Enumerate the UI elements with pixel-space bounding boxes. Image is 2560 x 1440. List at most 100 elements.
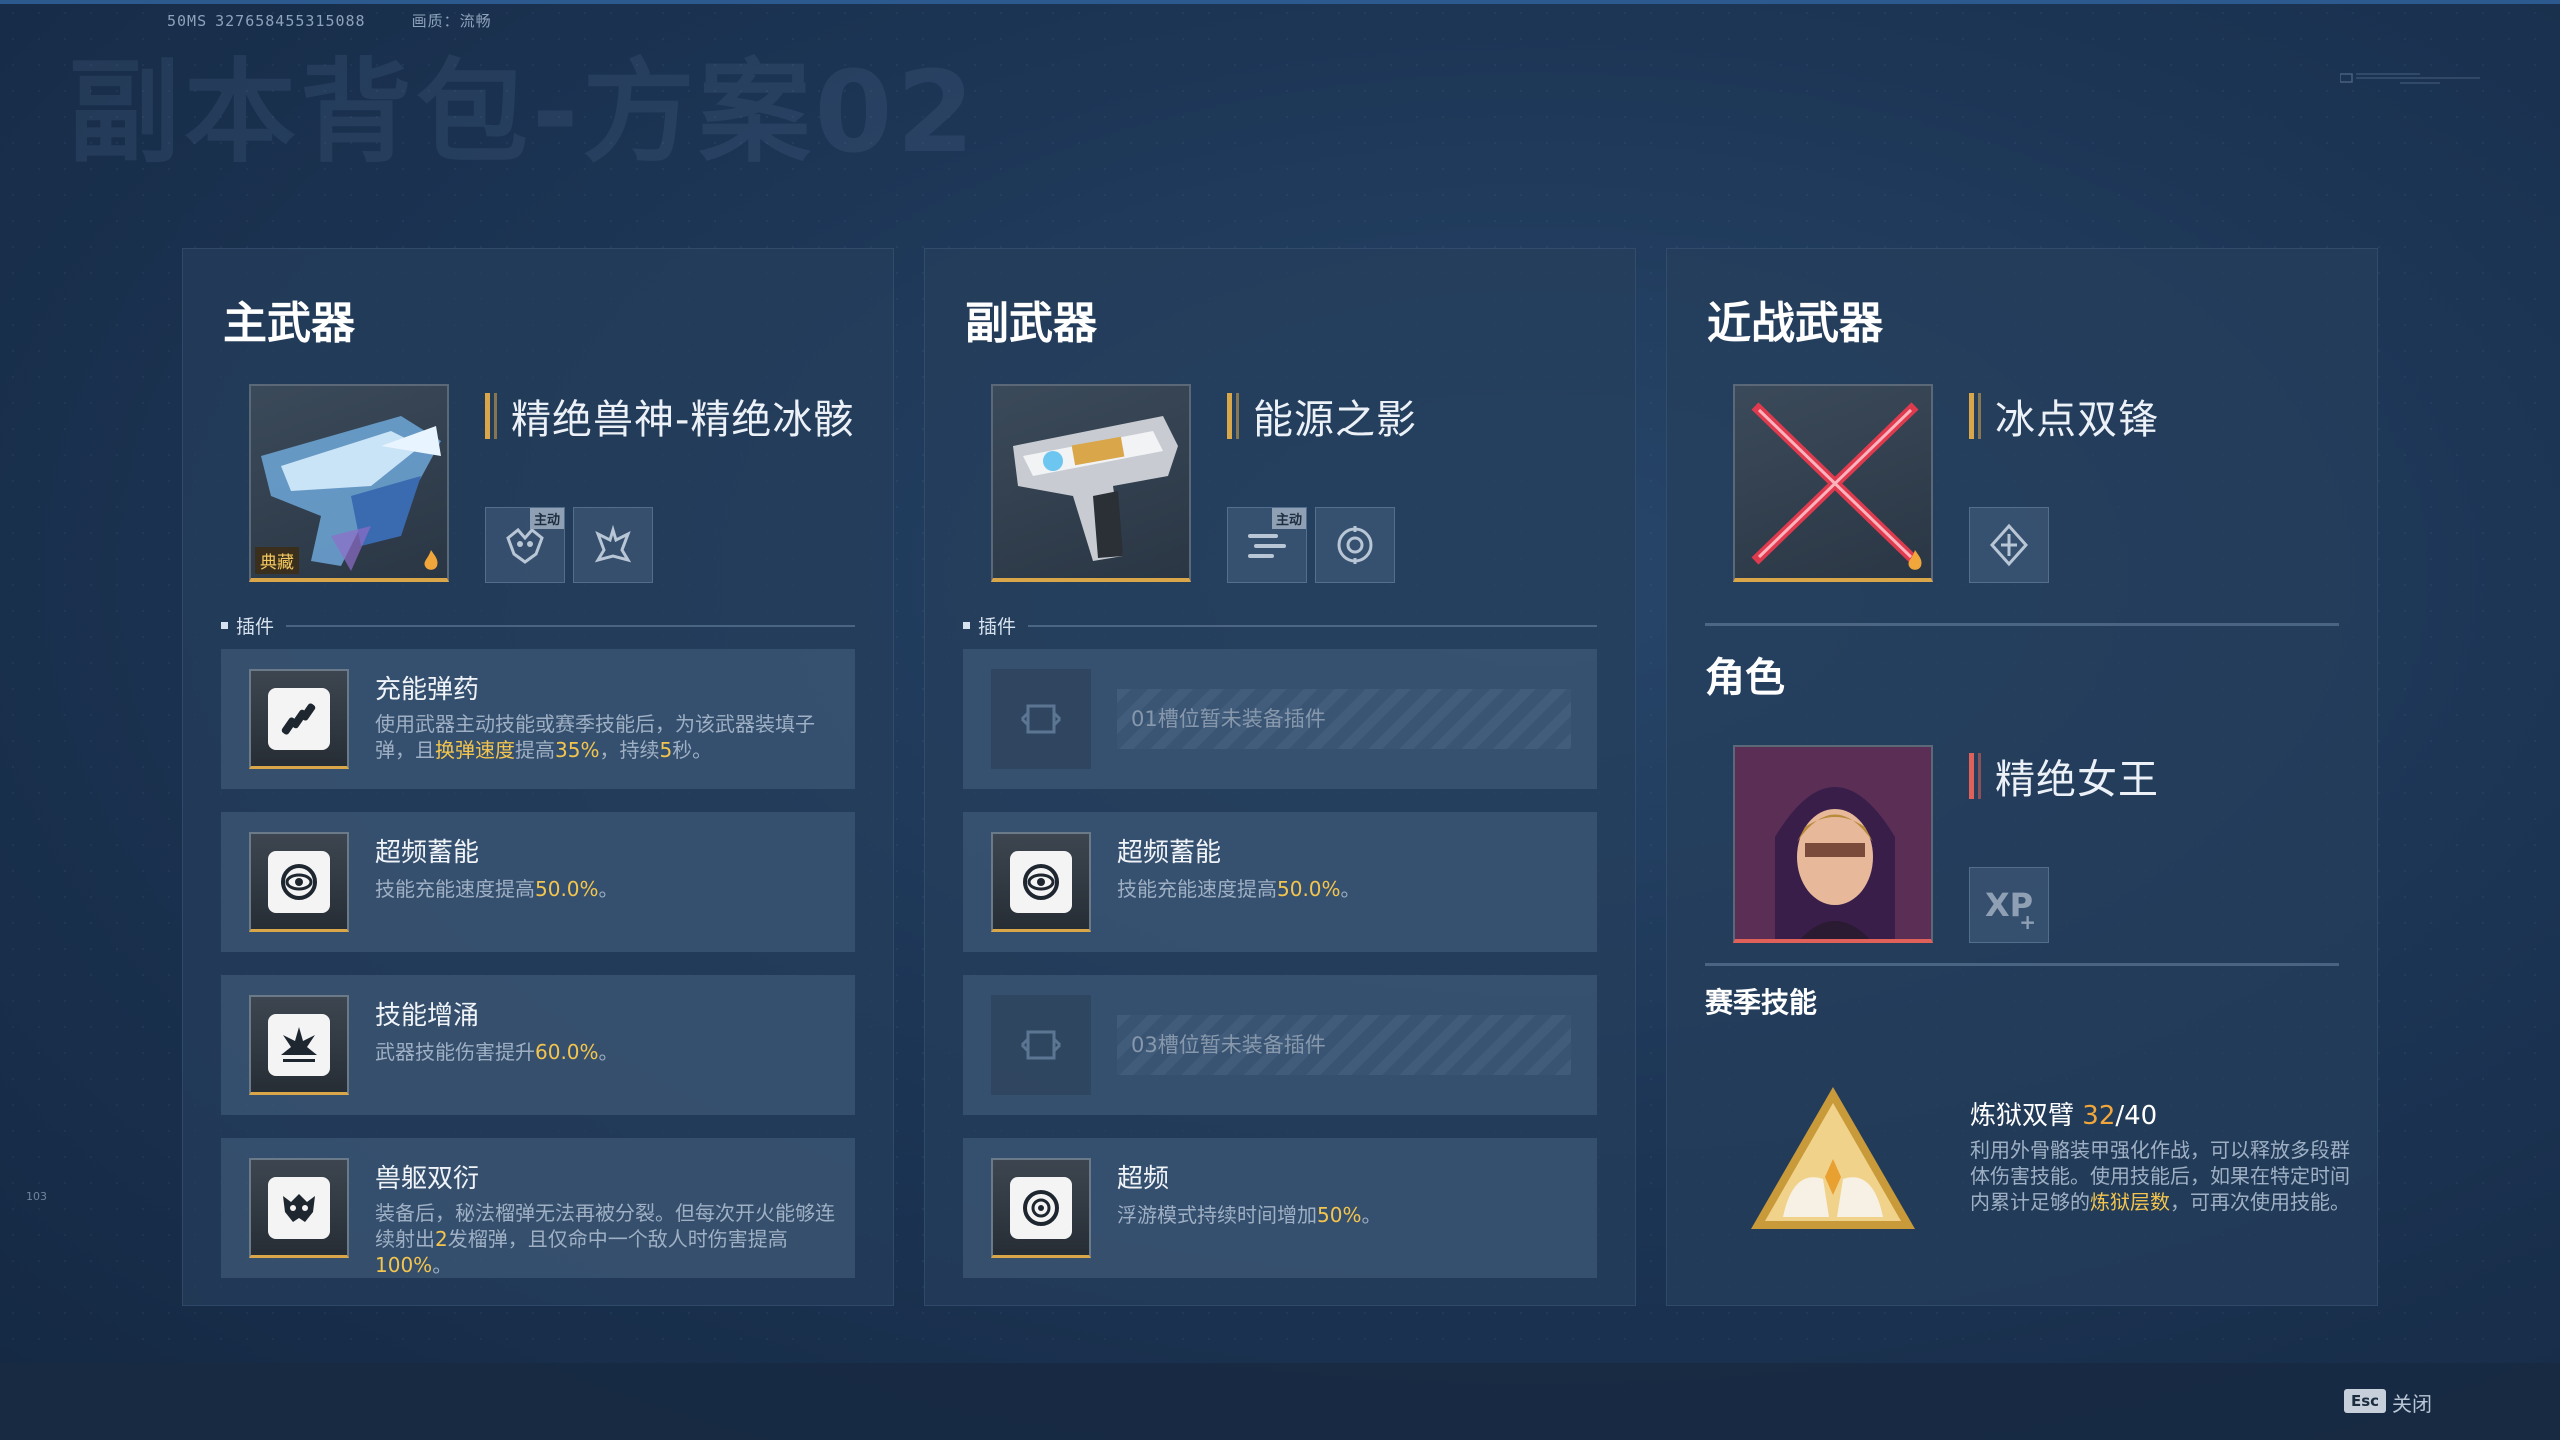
crossed-blades-icon <box>1751 402 1919 565</box>
rarity-bar-secondary <box>1236 393 1239 439</box>
secondary-weapon-image[interactable] <box>991 384 1191 582</box>
empty-slot-text: 03槽位暂未装备插件 <box>1117 1015 1571 1075</box>
burst-icon <box>281 1026 317 1062</box>
plugin-card-2[interactable]: 超频蓄能 技能充能速度提高50.0%。 <box>963 812 1597 952</box>
rarity-bar-secondary <box>1978 393 1981 439</box>
rarity-bar <box>1227 393 1232 439</box>
active-tag: 主动 <box>1271 508 1306 529</box>
season-skill-name: 炼狱双臂 32/40 <box>1970 1101 2158 1131</box>
plugin-name: 超频 <box>1117 1164 1170 1194</box>
melee-skill[interactable] <box>1969 507 2049 583</box>
melee-weapon-image[interactable] <box>1733 384 1933 582</box>
bullet-dot <box>963 622 970 629</box>
empty-plugin-slot-3[interactable]: 03槽位暂未装备插件 <box>963 975 1597 1115</box>
plugin-name: 超频蓄能 <box>1117 838 1222 868</box>
plugin-icon-frame <box>249 832 349 932</box>
plugin-icon-frame <box>249 995 349 1095</box>
plugin-card-1[interactable]: 充能弹药 使用武器主动技能或赛季技能后，为该武器装填子弹，且换弹速度提高35%，… <box>221 649 855 789</box>
plugin-icon-frame <box>249 669 349 769</box>
rarity-badge: 典藏 <box>255 547 299 574</box>
weapon-name: 能源之影 <box>1253 397 1417 443</box>
character-name-row: 精绝女王 <box>1969 747 2159 805</box>
plugin-card-2[interactable]: 超频蓄能 技能充能速度提高50.0%。 <box>221 812 855 952</box>
weapon-active-skill[interactable]: 主动 <box>485 507 565 583</box>
weapon-passive-skill[interactable] <box>573 507 653 583</box>
primary-weapon-image[interactable]: 典藏 <box>249 384 449 582</box>
plugins-label: 插件 <box>978 616 1017 638</box>
season-skill-description: 利用外骨骼装甲强化作战，可以释放多段群体伤害技能。使用技能后，如果在特定时间内累… <box>1970 1138 2350 1214</box>
plugin-icon-frame <box>991 1158 1091 1258</box>
leaf-diamond-icon <box>1989 523 2029 567</box>
empty-plugin-slot-1[interactable]: 01槽位暂未装备插件 <box>963 649 1597 789</box>
character-avatar <box>1735 747 1931 939</box>
esc-key-hint[interactable]: Esc <box>2344 1389 2387 1413</box>
bullets-icon <box>281 703 316 734</box>
eye-swirl-icon <box>281 863 317 900</box>
xp-boost-slot[interactable]: XP + <box>1969 867 2049 943</box>
active-tag: 主动 <box>529 508 564 529</box>
character-portrait[interactable] <box>1733 745 1933 943</box>
panel-title: 副武器 <box>965 298 1097 349</box>
plugin-description: 装备后，秘法榴弹无法再被分裂。但每次开火能够连续射出2发榴弹，且仅命中一个敌人时… <box>375 1201 835 1277</box>
rarity-bar <box>485 393 490 439</box>
season-skill-icon[interactable] <box>1743 1079 1923 1239</box>
melee-weapon-name-row: 冰点双锋 <box>1969 387 2159 445</box>
plugin-description: 使用武器主动技能或赛季技能后，为该武器装填子弹，且换弹速度提高35%，持续5秒。 <box>375 712 815 762</box>
section-line <box>286 624 855 627</box>
empty-slot-icon <box>1020 1030 1062 1060</box>
weapon-name: 精绝兽神-精绝冰骸 <box>511 397 855 443</box>
beast-skull-icon <box>283 1193 315 1222</box>
section-divider <box>1705 963 2339 966</box>
plugin-card-4[interactable]: 兽躯双衍 装备后，秘法榴弹无法再被分裂。但每次开火能够连续射出2发榴弹，且仅命中… <box>221 1138 855 1278</box>
plugin-card-3[interactable]: 技能增涌 武器技能伤害提升60.0%。 <box>221 975 855 1115</box>
character-bar-secondary <box>1978 753 1981 799</box>
panel-title: 近战武器 <box>1707 298 1883 349</box>
primary-weapon-name-row: 精绝兽神-精绝冰骸 <box>485 387 854 445</box>
decorative-lines <box>2340 73 2480 84</box>
plugin-name: 技能增涌 <box>375 1001 480 1031</box>
weapon-name: 冰点双锋 <box>1995 397 2159 443</box>
character-section-title: 角色 <box>1705 655 1785 701</box>
weapon-passive-skill[interactable] <box>1315 507 1395 583</box>
plugins-label: 插件 <box>236 616 275 638</box>
empty-slot-icon <box>1020 704 1062 734</box>
close-button[interactable]: 关闭 <box>2392 1388 2432 1417</box>
primary-weapon-panel: 主武器 典藏 精绝兽神-精绝冰骸 主动 插件 充能弹药 使用武器主动技能或赛季技… <box>182 248 894 1306</box>
top-accent-line <box>0 0 2560 4</box>
beast-claw-icon <box>594 524 632 563</box>
season-skill-title: 赛季技能 <box>1705 986 1818 1019</box>
plugins-section-label: 插件 <box>963 612 1597 639</box>
bullet-dot <box>221 622 228 629</box>
overclock-ring-icon <box>1023 1189 1059 1226</box>
side-number: 103 <box>26 1190 47 1203</box>
plugin-description: 浮游模式持续时间增加50%。 <box>1117 1203 1382 1227</box>
plugin-icon-frame <box>249 1158 349 1258</box>
plugin-name: 充能弹药 <box>375 675 480 705</box>
weapon-active-skill[interactable]: 主动 <box>1227 507 1307 583</box>
plugin-description: 技能充能速度提高50.0%。 <box>1117 877 1361 901</box>
rarity-bar <box>1969 393 1974 439</box>
bottom-bar <box>0 1363 2560 1440</box>
empty-slot-icon-frame <box>991 669 1091 769</box>
plugin-description: 武器技能伤害提升60.0%。 <box>375 1040 619 1064</box>
secondary-weapon-name-row: 能源之影 <box>1227 387 1417 445</box>
fire-icon <box>424 550 438 570</box>
eye-swirl-icon <box>1023 863 1059 900</box>
character-bar <box>1969 753 1974 799</box>
plugins-section-label: 插件 <box>221 612 855 639</box>
plus-icon: + <box>2019 910 2036 934</box>
plugin-name: 超频蓄能 <box>375 838 480 868</box>
plugin-icon-frame <box>991 832 1091 932</box>
secondary-weapon-panel: 副武器 能源之影 主动 插件 01槽位暂未装备插件 超频蓄能 技能充能速度提高5… <box>924 248 1636 1306</box>
empty-slot-text: 01槽位暂未装备插件 <box>1117 689 1571 749</box>
plugin-description: 技能充能速度提高50.0%。 <box>375 877 619 901</box>
section-divider <box>1705 623 2339 626</box>
section-line <box>1028 624 1597 627</box>
rarity-bar-secondary <box>494 393 497 439</box>
panel-title: 主武器 <box>223 298 355 349</box>
plugin-card-4[interactable]: 超频 浮游模式持续时间增加50%。 <box>963 1138 1597 1278</box>
character-name: 精绝女王 <box>1995 757 2159 803</box>
melee-character-panel: 近战武器 冰点双锋 角色 精绝女王 XP + 赛季技能 炼狱双臂 32/40 利… <box>1666 248 2378 1306</box>
plugin-name: 兽躯双衍 <box>375 1164 480 1194</box>
background-title: 副本背包-方案02 <box>68 48 979 178</box>
